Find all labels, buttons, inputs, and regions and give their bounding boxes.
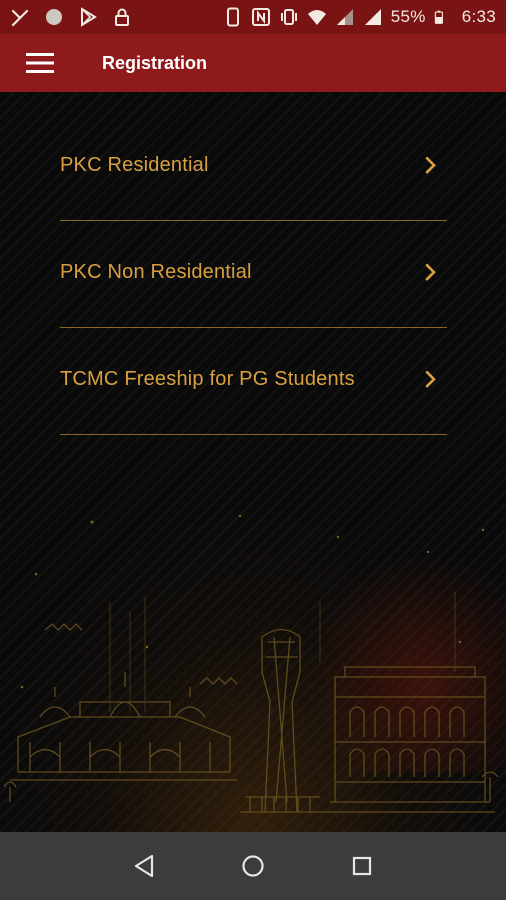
city-skyline-illustration [3,514,499,813]
battery-icon [434,10,443,24]
vibrate-icon [280,9,297,25]
phone-icon [226,7,239,27]
battery-percent: 55% [390,7,426,26]
app-bar: Registration [0,34,506,92]
system-nav-bar [0,832,506,900]
menu-item-pkc-non-residential[interactable]: PKC Non Residential [60,221,447,328]
menu-item-pkc-residential[interactable]: PKC Residential [60,114,447,221]
back-icon [135,854,154,878]
status-bar: 55% 6:33 [0,0,506,34]
missed-call-icon [11,9,29,27]
home-icon [242,855,264,877]
registration-menu-list: PKC Residential PKC Non Residential TCMC… [60,114,447,435]
menu-item-label: TCMC Freeship for PG Students [60,367,355,390]
home-button[interactable] [233,846,273,886]
menu-item-tcmc-freeship[interactable]: TCMC Freeship for PG Students [60,328,447,435]
menu-item-label: PKC Residential [60,153,209,176]
clock: 6:33 [461,7,496,26]
nfc-icon [251,8,270,26]
chevron-right-icon [425,263,436,281]
menu-item-label: PKC Non Residential [60,260,252,283]
hamburger-icon [26,53,54,73]
circle-icon [46,9,62,25]
status-right-icons: 55% 6:33 [223,7,496,27]
hamburger-menu-button[interactable] [0,34,80,92]
recents-button[interactable] [342,846,382,886]
signal-icon [336,9,353,25]
signal-icon-2 [364,9,381,25]
chevron-right-icon [425,370,436,388]
wifi-icon [307,10,326,25]
chevron-right-icon [425,156,436,174]
page-title: Registration [102,52,208,73]
lock-icon [115,8,129,26]
back-button[interactable] [124,846,164,886]
play-store-icon [81,7,97,27]
main-content: PKC Residential PKC Non Residential TCMC… [0,92,506,832]
status-left-icons [10,7,132,27]
recents-icon [352,856,371,876]
